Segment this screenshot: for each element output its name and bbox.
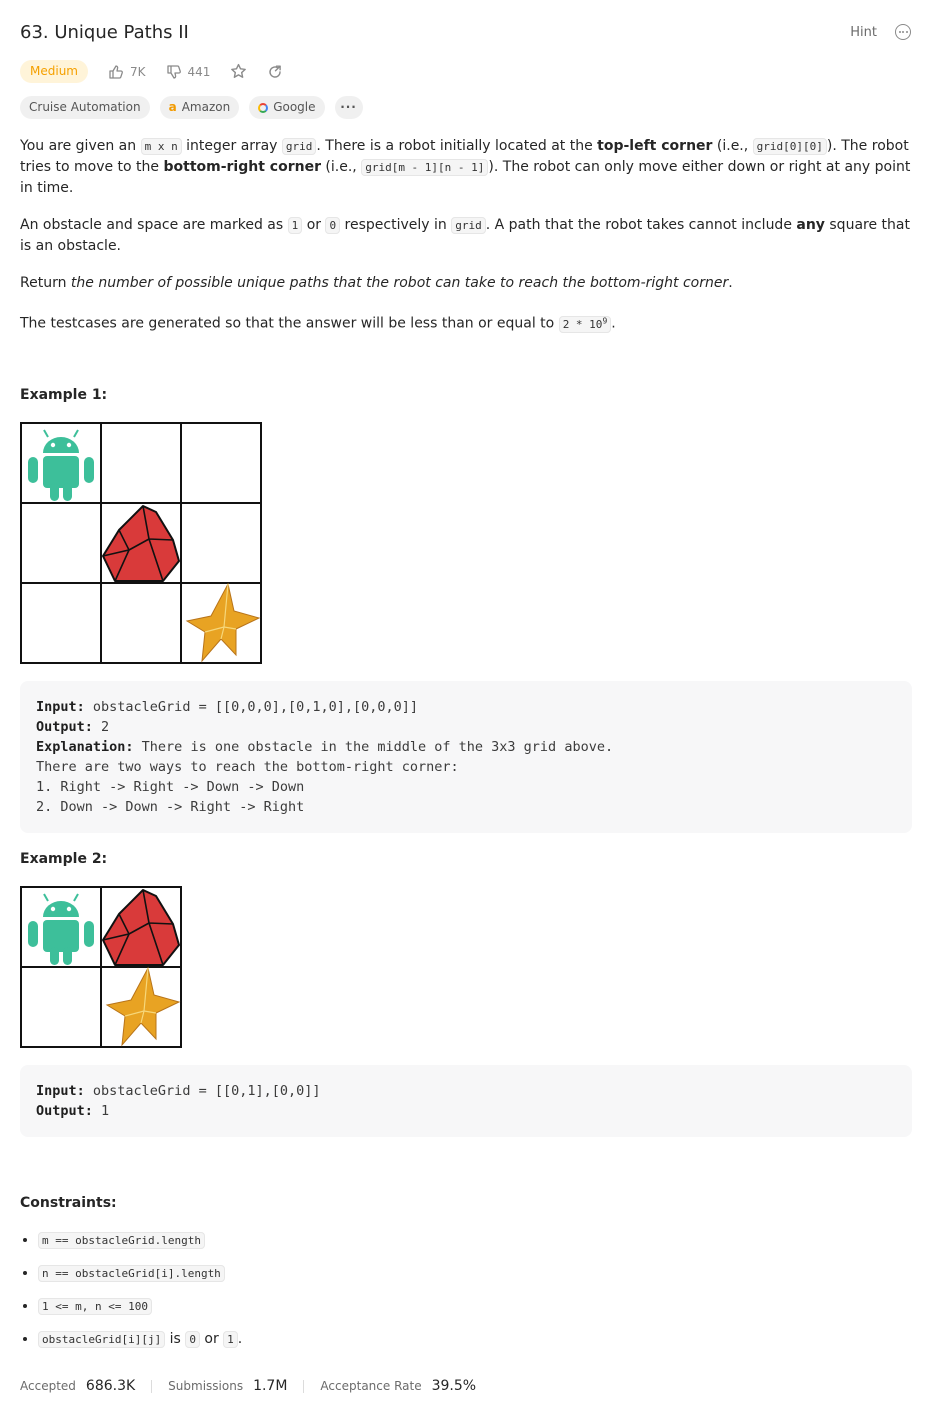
thumbs-up-icon xyxy=(108,64,124,80)
explanation-value: There is one obstacle in the middle of t… xyxy=(133,738,614,755)
like-button[interactable]: 7K xyxy=(108,64,146,80)
explanation-line: 1. Right -> Right -> Down -> Down xyxy=(36,778,305,795)
description-paragraph-3: Return the number of possible unique pat… xyxy=(20,275,733,291)
code-limit: 2 * 109 xyxy=(558,315,612,333)
dislike-button[interactable]: 441 xyxy=(166,64,211,80)
obstacle-rock-icon xyxy=(102,888,180,966)
constraint-code: 1 <= m, n <= 100 xyxy=(38,1297,152,1315)
explanation-line: There are two ways to reach the bottom-r… xyxy=(36,758,459,775)
code-one: 1 xyxy=(287,217,303,234)
bold-bottom-right: bottom-right corner xyxy=(163,159,321,175)
hint-button[interactable]: Hint xyxy=(850,25,877,40)
company-tags: Cruise Automation a Amazon Google ··· xyxy=(20,96,363,119)
submission-stats: Accepted 686.3K Submissions 1.7M Accepta… xyxy=(20,1378,476,1394)
constraint-item: 1 <= m, n <= 100 xyxy=(38,1296,912,1317)
constraint-code: 0 xyxy=(185,1330,200,1348)
stat-divider xyxy=(151,1379,153,1393)
code-zero: 0 xyxy=(325,217,341,234)
input-value: obstacleGrid = [[0,1],[0,0]] xyxy=(84,1082,321,1099)
input-label: Input: xyxy=(36,698,85,715)
acceptance-rate-value: 39.5% xyxy=(431,1378,477,1394)
problem-description: You are given an m x n integer array gri… xyxy=(20,136,912,1362)
submissions-value: 1.7M xyxy=(253,1378,288,1394)
more-options-icon[interactable] xyxy=(895,24,911,40)
example-2-grid-image xyxy=(20,885,182,1048)
input-value: obstacleGrid = [[0,0,0],[0,1,0],[0,0,0]] xyxy=(84,698,419,715)
tag-cruise-automation[interactable]: Cruise Automation xyxy=(20,96,150,119)
output-label: Output: xyxy=(36,718,93,735)
tag-label: Amazon xyxy=(181,100,231,114)
italic-return-text: the number of possible unique paths that… xyxy=(70,275,729,291)
robot-icon xyxy=(28,429,94,501)
tag-label: Google xyxy=(273,100,316,114)
constraint-code: n == obstacleGrid[i].length xyxy=(38,1264,225,1282)
constraints-title: Constraints: xyxy=(20,1194,117,1211)
star-goal-icon xyxy=(105,966,181,1047)
constraint-code: obstacleGrid[i][j] xyxy=(38,1330,166,1348)
accepted-value: 686.3K xyxy=(85,1378,136,1394)
constraint-code: m == obstacleGrid.length xyxy=(38,1231,205,1249)
constraint-item: m == obstacleGrid.length xyxy=(38,1230,912,1251)
star-goal-icon xyxy=(185,582,261,663)
description-paragraph-2: An obstacle and space are marked as 1 or… xyxy=(20,217,910,254)
explanation-line: 2. Down -> Down -> Right -> Right xyxy=(36,798,305,815)
input-label: Input: xyxy=(36,1082,85,1099)
favorite-button[interactable] xyxy=(230,63,247,80)
stat-divider xyxy=(303,1379,305,1393)
amazon-logo-icon: a xyxy=(168,100,177,114)
explanation-label: Explanation: xyxy=(36,738,134,755)
example-1-code-block: Input: obstacleGrid = [[0,0,0],[0,1,0],[… xyxy=(20,680,912,833)
description-paragraph-1: You are given an m x n integer array gri… xyxy=(20,138,911,196)
google-logo-icon xyxy=(258,102,269,113)
example-1-grid-image xyxy=(20,421,262,664)
constraint-item: n == obstacleGrid[i].length xyxy=(38,1263,912,1284)
output-label: Output: xyxy=(36,1102,93,1119)
share-icon xyxy=(267,64,283,80)
constraints-list: m == obstacleGrid.length n == obstacleGr… xyxy=(20,1230,912,1350)
code-grid: grid xyxy=(281,138,317,155)
acceptance-rate-label: Acceptance Rate xyxy=(320,1379,422,1393)
tag-amazon[interactable]: a Amazon xyxy=(159,96,240,119)
output-value: 2 xyxy=(92,718,110,735)
accepted-label: Accepted xyxy=(20,1379,76,1393)
robot-icon xyxy=(28,893,94,965)
description-paragraph-4: The testcases are generated so that the … xyxy=(20,315,616,333)
like-count: 7K xyxy=(129,64,146,79)
code-m-x-n: m x n xyxy=(140,138,182,155)
output-value: 1 xyxy=(92,1102,110,1119)
code-grid-mn: grid[m - 1][n - 1] xyxy=(361,159,489,176)
code-grid: grid xyxy=(451,217,486,234)
header-actions: Hint xyxy=(850,24,911,40)
more-tags-label: ··· xyxy=(340,100,357,114)
obstacle-rock-icon xyxy=(102,504,180,582)
more-tags-button[interactable]: ··· xyxy=(334,96,363,119)
example-2-code-block: Input: obstacleGrid = [[0,1],[0,0]] Outp… xyxy=(20,1064,912,1137)
problem-title: 63. Unique Paths II xyxy=(20,22,189,43)
bold-top-left: top-left corner xyxy=(597,138,713,154)
thumbs-down-icon xyxy=(166,64,182,80)
tag-google[interactable]: Google xyxy=(249,96,325,119)
constraint-item: obstacleGrid[i][j] is 0 or 1. xyxy=(38,1329,912,1350)
example-1-title: Example 1: xyxy=(20,386,108,403)
star-outline-icon xyxy=(230,63,247,80)
bold-any: any xyxy=(796,217,825,233)
submissions-label: Submissions xyxy=(168,1379,244,1393)
difficulty-badge: Medium xyxy=(20,60,88,83)
constraint-code: 1 xyxy=(223,1330,238,1348)
dislike-count: 441 xyxy=(187,64,211,79)
code-grid00: grid[0][0] xyxy=(752,138,827,155)
share-button[interactable] xyxy=(267,64,283,80)
example-2-title: Example 2: xyxy=(20,850,108,867)
tag-label: Cruise Automation xyxy=(29,100,141,114)
problem-meta-row: Medium 7K 441 xyxy=(20,60,283,83)
